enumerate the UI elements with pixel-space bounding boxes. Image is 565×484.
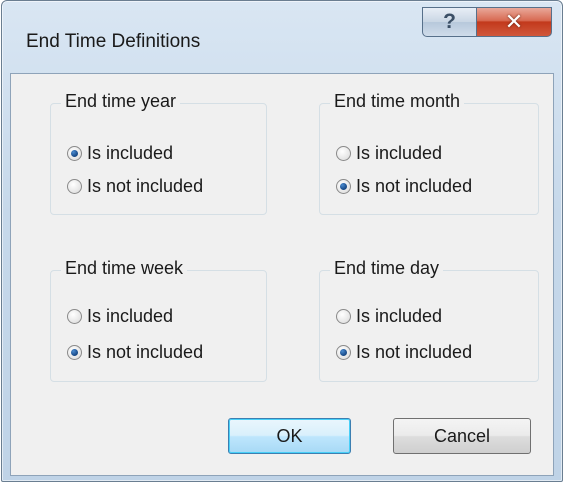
group-label: End time month [330, 91, 465, 112]
group-label: End time week [61, 258, 188, 279]
group-end-time-day: End time day Is included Is not included [319, 258, 539, 382]
radio-button-checked[interactable] [336, 178, 351, 194]
help-icon: ? [443, 10, 456, 33]
radio-label: Is not included [87, 341, 204, 362]
dialog-window: End Time Definitions ? ✕ End time year I… [1, 0, 563, 482]
radio-week-not-included[interactable]: Is not included [67, 340, 203, 364]
radio-button[interactable] [67, 308, 82, 324]
radio-year-not-included[interactable]: Is not included [67, 174, 203, 198]
radio-label: Is included [356, 305, 443, 326]
group-end-time-year: End time year Is included Is not include… [50, 91, 267, 215]
close-button[interactable]: ✕ [476, 7, 552, 37]
radio-label: Is not included [356, 175, 473, 196]
group-end-time-month: End time month Is included Is not includ… [319, 91, 539, 215]
close-icon: ✕ [504, 9, 524, 35]
radio-week-included[interactable]: Is included [67, 304, 173, 328]
radio-button-checked[interactable] [67, 145, 82, 161]
cancel-button[interactable]: Cancel [393, 418, 531, 454]
radio-year-included[interactable]: Is included [67, 141, 173, 165]
radio-label: Is included [87, 142, 174, 163]
radio-label: Is not included [356, 341, 473, 362]
dialog-title: End Time Definitions [26, 31, 201, 52]
group-end-time-week: End time week Is included Is not include… [50, 258, 267, 382]
radio-label: Is not included [87, 175, 204, 196]
dialog-content: End time year Is included Is not include… [10, 73, 554, 476]
radio-month-included[interactable]: Is included [336, 141, 442, 165]
radio-button[interactable] [336, 145, 351, 161]
ok-button[interactable]: OK [228, 418, 351, 454]
radio-button[interactable] [67, 178, 82, 194]
radio-month-not-included[interactable]: Is not included [336, 174, 472, 198]
group-label: End time year [61, 91, 181, 112]
radio-day-not-included[interactable]: Is not included [336, 340, 472, 364]
group-label: End time day [330, 258, 444, 279]
help-button[interactable]: ? [422, 7, 477, 37]
title-bar[interactable]: End Time Definitions ? ✕ [2, 1, 562, 73]
radio-day-included[interactable]: Is included [336, 304, 442, 328]
radio-label: Is included [356, 142, 443, 163]
radio-button-checked[interactable] [336, 344, 351, 360]
radio-button[interactable] [336, 308, 351, 324]
radio-label: Is included [87, 305, 174, 326]
radio-button-checked[interactable] [67, 344, 82, 360]
